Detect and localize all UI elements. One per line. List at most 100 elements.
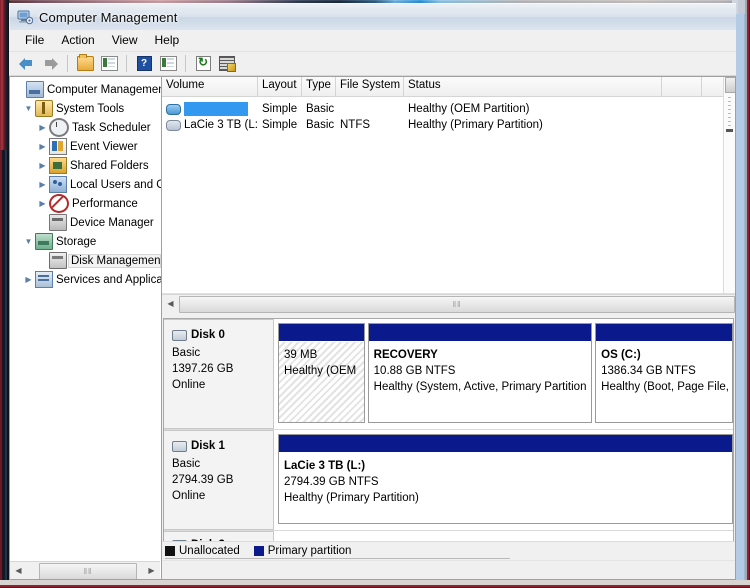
sidebar-item-disk-management[interactable]: Disk Management bbox=[12, 251, 161, 270]
device-manager-icon bbox=[49, 214, 67, 231]
disk-row[interactable]: Disk 1 Basic 2794.39 GB Online LaCie 3 T… bbox=[164, 430, 733, 531]
chevron-right-icon[interactable]: ▶ bbox=[22, 275, 35, 284]
sidebar-item-label: Performance bbox=[72, 197, 138, 210]
cell-status: Healthy (Primary Partition) bbox=[408, 119, 543, 131]
scroll-left-arrow-icon[interactable]: ◀ bbox=[10, 563, 27, 579]
disk-name: Disk 0 bbox=[191, 329, 225, 341]
sidebar-item-task-scheduler[interactable]: ▶ Task Scheduler bbox=[12, 118, 161, 137]
disk-row[interactable]: Disk 0 Basic 1397.26 GB Online 39 MB Hea… bbox=[164, 319, 733, 430]
toolbar-separator-3 bbox=[185, 55, 186, 72]
menu-action[interactable]: Action bbox=[53, 31, 103, 50]
disk-partitions bbox=[274, 531, 733, 541]
volume-list-vertical-scrollbar[interactable] bbox=[723, 77, 735, 293]
column-header-volume[interactable]: Volume bbox=[162, 77, 258, 96]
console-tree-horizontal-scrollbar[interactable]: ◀ ‖‖ ▶ bbox=[10, 561, 160, 579]
partition-title: OS (C:) bbox=[601, 349, 641, 361]
up-one-level-button[interactable] bbox=[74, 53, 96, 74]
disk-info-panel[interactable]: Disk 0 Basic 1397.26 GB Online bbox=[164, 319, 274, 429]
column-header-file-system[interactable]: File System bbox=[336, 77, 404, 96]
cell-volume[interactable] bbox=[162, 102, 258, 116]
sidebar-item-computer-management[interactable]: Computer Management bbox=[12, 80, 161, 99]
toolbar: ? bbox=[9, 52, 736, 76]
partition-block[interactable]: OS (C:) 1386.34 GB NTFS Healthy (Boot, P… bbox=[595, 323, 733, 423]
sidebar-item-event-viewer[interactable]: ▶ Event Viewer bbox=[12, 137, 161, 156]
partition-cap-bar bbox=[279, 324, 364, 342]
refresh-button[interactable] bbox=[192, 53, 214, 74]
column-header-layout[interactable]: Layout bbox=[258, 77, 302, 96]
cell-volume[interactable]: LaCie 3 TB (L:) bbox=[162, 119, 258, 131]
legend-underline bbox=[165, 558, 510, 559]
primary-partition-swatch-icon bbox=[253, 546, 264, 556]
selection-highlight bbox=[184, 102, 248, 116]
cell-layout: Simple bbox=[262, 119, 298, 131]
properties-button[interactable] bbox=[157, 53, 179, 74]
scroll-thumb[interactable]: ‖‖ bbox=[39, 563, 137, 579]
scroll-thumb[interactable]: ‖‖ bbox=[179, 296, 735, 313]
show-hide-console-tree-button[interactable] bbox=[98, 53, 120, 74]
forward-button[interactable] bbox=[39, 53, 61, 74]
chevron-right-icon[interactable]: ▶ bbox=[36, 142, 49, 151]
volume-name bbox=[166, 102, 258, 116]
chevron-right-icon[interactable]: ▶ bbox=[36, 180, 49, 189]
disk-header: Disk 0 bbox=[172, 327, 273, 343]
sidebar-item-device-manager[interactable]: Device Manager bbox=[12, 213, 161, 232]
disk-state: Online bbox=[172, 490, 206, 502]
menu-view[interactable]: View bbox=[104, 31, 147, 50]
disk-size: 2794.39 GB bbox=[172, 474, 234, 486]
up-folder-icon bbox=[76, 54, 94, 71]
partition-size: 2794.39 GB NTFS bbox=[284, 476, 379, 488]
partition-block[interactable]: 39 MB Healthy (OEM bbox=[278, 323, 365, 423]
back-button[interactable] bbox=[15, 53, 37, 74]
partition-body: OS (C:) 1386.34 GB NTFS Healthy (Boot, P… bbox=[596, 342, 732, 422]
computer-management-window: Computer Management File Action View Hel… bbox=[9, 3, 736, 580]
sidebar-item-services-and-applications[interactable]: ▶ Services and Applicat bbox=[12, 270, 161, 289]
scroll-track[interactable]: ‖‖ bbox=[27, 563, 143, 579]
drive-icon bbox=[166, 103, 181, 115]
column-header-status[interactable]: Status bbox=[404, 77, 662, 96]
chevron-right-icon[interactable]: ▶ bbox=[36, 161, 49, 170]
partition-block[interactable]: RECOVERY 10.88 GB NTFS Healthy (System, … bbox=[367, 323, 593, 423]
scroll-track[interactable]: ‖‖ bbox=[179, 296, 735, 313]
sidebar-item-label: Local Users and Gro bbox=[70, 178, 161, 191]
window-title: Computer Management bbox=[39, 9, 178, 25]
sidebar-item-label: Services and Applicat bbox=[56, 273, 161, 286]
partition-block[interactable]: LaCie 3 TB (L:) 2794.39 GB NTFS Healthy … bbox=[278, 434, 733, 524]
column-header-capacity[interactable] bbox=[662, 77, 702, 96]
scroll-left-arrow-icon[interactable]: ◀ bbox=[162, 296, 179, 312]
cell-layout: Simple bbox=[262, 103, 298, 115]
disk-info-panel[interactable]: Disk 2 bbox=[164, 531, 274, 541]
volume-list-header: Volume Layout Type File System Status bbox=[162, 77, 735, 97]
sidebar-item-local-users-and-groups[interactable]: ▶ Local Users and Gro bbox=[12, 175, 161, 194]
sidebar-item-label: Storage bbox=[56, 235, 97, 248]
scroll-track[interactable] bbox=[728, 97, 731, 129]
clock-icon bbox=[49, 118, 69, 137]
sidebar-item-label: Disk Management bbox=[68, 253, 161, 268]
chevron-down-icon[interactable]: ▼ bbox=[22, 237, 35, 246]
chevron-down-icon[interactable]: ▼ bbox=[22, 104, 35, 113]
sidebar-item-label: Shared Folders bbox=[70, 159, 149, 172]
disk-type: Basic bbox=[172, 347, 201, 359]
scroll-right-arrow-icon[interactable]: ▶ bbox=[143, 563, 160, 579]
volume-list-horizontal-scrollbar[interactable]: ◀ ‖‖ bbox=[162, 294, 735, 313]
chevron-right-icon[interactable]: ▶ bbox=[36, 199, 49, 208]
table-row[interactable]: LaCie 3 TB (L:) Simple Basic NTFS Health… bbox=[162, 117, 735, 133]
export-list-button[interactable] bbox=[216, 53, 238, 74]
disk-row[interactable]: Disk 2 bbox=[164, 531, 733, 541]
sidebar-item-performance[interactable]: ▶ Performance bbox=[12, 194, 161, 213]
partition-body: 39 MB Healthy (OEM bbox=[279, 342, 364, 422]
sidebar-item-shared-folders[interactable]: ▶ Shared Folders bbox=[12, 156, 161, 175]
menu-help[interactable]: Help bbox=[147, 31, 189, 50]
legend-label-unallocated: Unallocated bbox=[179, 545, 240, 557]
partition-title: RECOVERY bbox=[373, 349, 438, 361]
sidebar-item-storage[interactable]: ▼ Storage bbox=[12, 232, 161, 251]
help-button[interactable]: ? bbox=[133, 53, 155, 74]
table-row[interactable]: Simple Basic Healthy (OEM Partition) bbox=[162, 101, 735, 117]
scroll-thumb[interactable] bbox=[725, 77, 735, 93]
chevron-right-icon[interactable]: ▶ bbox=[36, 123, 49, 132]
sidebar-item-system-tools[interactable]: ▼ System Tools bbox=[12, 99, 161, 118]
disk-info-panel[interactable]: Disk 1 Basic 2794.39 GB Online bbox=[164, 430, 274, 530]
menu-file[interactable]: File bbox=[17, 31, 53, 50]
show-hide-console-tree-icon bbox=[100, 56, 118, 71]
performance-icon bbox=[49, 194, 69, 213]
column-header-type[interactable]: Type bbox=[302, 77, 336, 96]
